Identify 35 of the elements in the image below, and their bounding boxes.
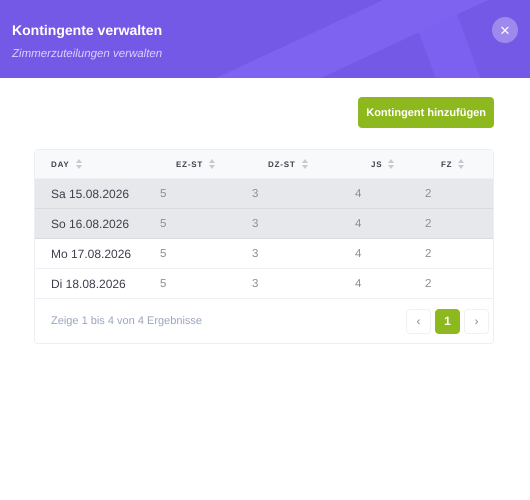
sort-icon[interactable] (302, 159, 308, 169)
column-header[interactable]: FZ (425, 159, 493, 169)
previous-page-button[interactable]: ‹ (406, 308, 431, 334)
table-cell-text: 5 (160, 278, 168, 290)
table-cell-text: 4 (355, 278, 362, 290)
table-cell-text: 5 (160, 248, 168, 260)
table-cell-text: Mo 17.08.2026 (50, 246, 132, 260)
sort-icon[interactable] (209, 159, 216, 169)
sort-icon[interactable] (458, 159, 464, 169)
table-cell-text: 3 (252, 248, 260, 260)
results-summary: Zeige 1 bis 4 von 4 Ergebnisse (51, 315, 202, 327)
table-cell-text: 3 (252, 218, 260, 230)
table-cell-text: 4 (355, 248, 362, 260)
table-cell-text: Sa 15.08.2026 (50, 186, 130, 200)
table-cell-text: 2 (425, 188, 432, 200)
table-cell-text: 4 (355, 188, 362, 200)
table-cell-text: 2 (425, 278, 432, 290)
sort-icon[interactable] (388, 159, 394, 169)
table-cell-text: 5 (160, 218, 168, 230)
table-cell-text: 3 (252, 278, 260, 290)
column-header[interactable]: DZ-ST (252, 159, 355, 169)
next-page-button[interactable]: › (464, 308, 489, 334)
table-cell-text: 4 (355, 218, 362, 230)
table-cell-text: Di 18.08.2026 (50, 276, 127, 290)
table-cell-text: 3 (252, 188, 260, 200)
column-header[interactable]: DAY (35, 159, 160, 169)
table-cell-text: 2 (425, 248, 432, 260)
table-cell-text: 2 (425, 218, 432, 230)
sort-icon[interactable] (76, 159, 82, 169)
column-header[interactable]: EZ-ST (160, 159, 252, 169)
table-cell-text: So 16.08.2026 (50, 216, 130, 230)
modal-title: Kontingente verwalten (12, 22, 162, 38)
table-cell-text: 5 (160, 188, 168, 200)
column-header[interactable]: JS (355, 159, 425, 169)
modal-subtitle: Zimmerzuteilungen verwalten (12, 48, 162, 60)
